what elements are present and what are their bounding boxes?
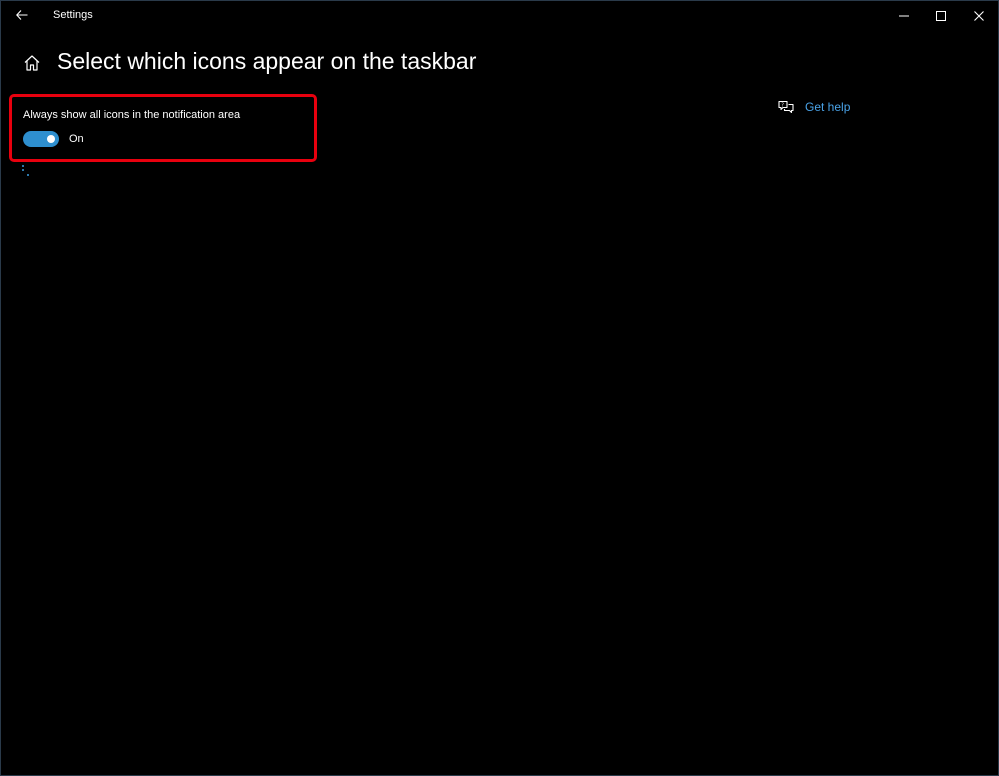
home-icon[interactable]	[21, 52, 43, 74]
title-bar: Settings	[1, 1, 998, 31]
maximize-button[interactable]	[922, 1, 960, 31]
page-title: Select which icons appear on the taskbar	[57, 48, 477, 74]
toggle-knob	[47, 135, 55, 143]
svg-text:?: ?	[781, 102, 784, 108]
always-show-icons-toggle[interactable]	[23, 131, 59, 147]
get-help-label: Get help	[805, 100, 851, 114]
app-title: Settings	[53, 9, 93, 21]
toggle-state-label: On	[69, 133, 84, 145]
maximize-icon	[936, 11, 946, 21]
minimize-button[interactable]	[885, 1, 923, 31]
back-arrow-icon	[16, 10, 28, 20]
setting-label: Always show all icons in the notificatio…	[23, 109, 241, 121]
close-icon	[974, 11, 984, 21]
notification-area-setting: Always show all icons in the notificatio…	[9, 94, 317, 162]
loading-spinner	[21, 164, 33, 178]
help-chat-icon: ?	[777, 99, 795, 115]
back-button[interactable]	[9, 3, 35, 27]
close-button[interactable]	[960, 1, 998, 31]
get-help-link[interactable]: ? Get help	[777, 99, 850, 115]
minimize-icon	[899, 15, 909, 17]
settings-window: Settings Select which icons appear on th…	[0, 0, 999, 776]
